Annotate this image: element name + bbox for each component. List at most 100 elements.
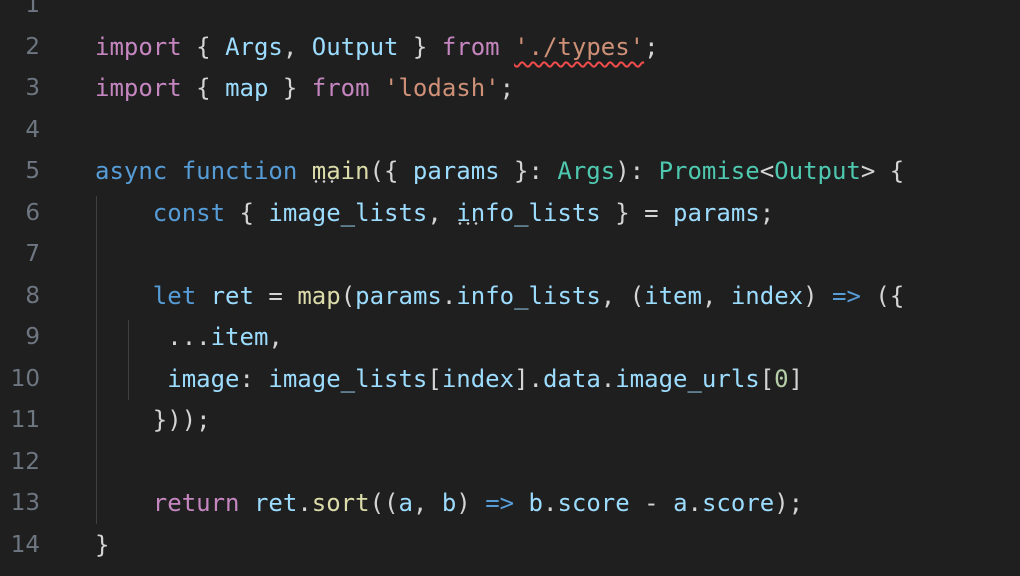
punctuation: ): <box>615 157 659 185</box>
line-code[interactable]: image: image_lists[index].data.image_url… <box>95 359 803 401</box>
punctuation: < <box>759 157 775 185</box>
punctuation: . <box>441 282 457 310</box>
line-code[interactable]: import { map } from 'lodash'; <box>95 68 514 110</box>
editor-line-5[interactable]: 5 async function main({ params }: Args):… <box>0 151 1020 193</box>
editor-line-8[interactable]: 8 let ret = map(params.info_lists, (item… <box>0 276 1020 318</box>
editor-line-4[interactable]: 4 <box>0 110 1020 152</box>
line-code[interactable]: })); <box>95 400 211 442</box>
identifier: index <box>730 282 804 310</box>
editor-line-13[interactable]: 13 return ret.sort((a, b) => b.score - a… <box>0 483 1020 525</box>
editor-line-9[interactable]: 9 ...item, <box>0 317 1020 359</box>
string-literal-error[interactable]: './types' <box>514 33 644 61</box>
editor-line-7[interactable]: 7 <box>0 234 1020 276</box>
line-number: 13 <box>10 490 40 516</box>
punctuation: : <box>239 365 269 393</box>
keyword: let <box>152 282 197 310</box>
line-code[interactable]: ...item, <box>95 317 283 359</box>
code-editor[interactable]: 1 2 import { Args, Output } from './type… <box>0 0 1020 576</box>
punctuation: ( <box>340 282 356 310</box>
line-number: 6 <box>25 200 40 226</box>
line-number: 1 <box>25 0 40 18</box>
punctuation: . <box>687 489 702 517</box>
punctuation: ({ <box>860 282 905 310</box>
editor-line-11[interactable]: 11 })); <box>0 400 1020 442</box>
line-number: 5 <box>25 158 40 184</box>
editor-line-2[interactable]: 2 import { Args, Output } from './types'… <box>0 27 1020 69</box>
spread-operator: ... <box>95 323 211 351</box>
line-number: 7 <box>25 241 40 267</box>
editor-line-3[interactable]: 3 import { map } from 'lodash'; <box>0 68 1020 110</box>
identifier: index <box>441 365 515 393</box>
identifier: params <box>673 199 760 227</box>
identifier: a <box>673 489 688 517</box>
line-number: 11 <box>10 407 40 433</box>
identifier: ret <box>210 282 254 310</box>
line-code[interactable]: const { image_lists, info_lists } = para… <box>95 193 774 235</box>
editor-line-6[interactable]: 6 const { image_lists, info_lists } = pa… <box>0 193 1020 235</box>
editor-line-12[interactable]: 12 <box>0 442 1020 484</box>
editor-line-10[interactable]: 10 image: image_lists[index].data.image_… <box>0 359 1020 401</box>
identifier: data <box>542 365 601 393</box>
punctuation: [ <box>759 365 775 393</box>
identifier: a <box>398 489 413 517</box>
identifier: params <box>412 157 500 185</box>
type-name: Output <box>774 157 861 185</box>
line-number: 2 <box>25 34 40 60</box>
punctuation: ) <box>803 282 833 310</box>
keyword: async <box>95 157 168 185</box>
punctuation: ({ <box>369 157 413 185</box>
line-code[interactable]: return ret.sort((a, b) => b.score - a.sc… <box>95 483 803 525</box>
punctuation: (( <box>369 489 399 517</box>
operator: = <box>253 282 298 310</box>
line-number: 14 <box>10 532 40 558</box>
function-name-hint[interactable]: main <box>312 157 370 185</box>
identifier: info_lists <box>456 282 601 310</box>
line-code[interactable]: let ret = map(params.info_lists, (item, … <box>95 276 904 318</box>
line-code[interactable]: import { Args, Output } from './types'; <box>95 27 659 69</box>
line-code[interactable]: } <box>95 525 109 567</box>
punctuation: ; <box>759 199 775 227</box>
keyword: import <box>95 33 182 61</box>
line-code[interactable]: async function main({ params }: Args): P… <box>95 151 904 193</box>
arrow-operator: => <box>485 489 515 517</box>
number-literal: 0 <box>774 365 789 393</box>
identifier-hint[interactable]: info_lists <box>456 199 601 227</box>
line-number: 9 <box>25 324 40 350</box>
punctuation: ) <box>456 489 486 517</box>
punctuation: }: <box>499 157 558 185</box>
punctuation: { <box>225 199 269 227</box>
keyword: from <box>311 74 370 102</box>
punctuation: , <box>268 323 283 351</box>
punctuation: , <box>427 199 457 227</box>
keyword: const <box>152 199 226 227</box>
identifier: map <box>225 74 269 102</box>
string-literal: 'lodash' <box>384 74 500 102</box>
punctuation: } <box>268 74 312 102</box>
editor-line-1[interactable]: 1 <box>0 0 1020 27</box>
function-call: sort <box>311 489 370 517</box>
line-number: 8 <box>25 283 40 309</box>
identifier: image_lists <box>268 365 428 393</box>
punctuation: > { <box>860 157 905 185</box>
operator: - <box>629 489 674 517</box>
identifier: image_lists <box>268 199 428 227</box>
punctuation: . <box>297 489 312 517</box>
identifier: Output <box>311 33 399 61</box>
punctuation: } = <box>600 199 674 227</box>
editor-line-14[interactable]: 14 } <box>0 525 1020 567</box>
identifier: b <box>528 489 543 517</box>
property-key: image <box>167 365 240 393</box>
identifier: item <box>644 282 702 310</box>
identifier: params <box>355 282 442 310</box>
type-name: Promise <box>658 157 760 185</box>
identifier: score <box>701 489 775 517</box>
punctuation: , <box>701 282 731 310</box>
